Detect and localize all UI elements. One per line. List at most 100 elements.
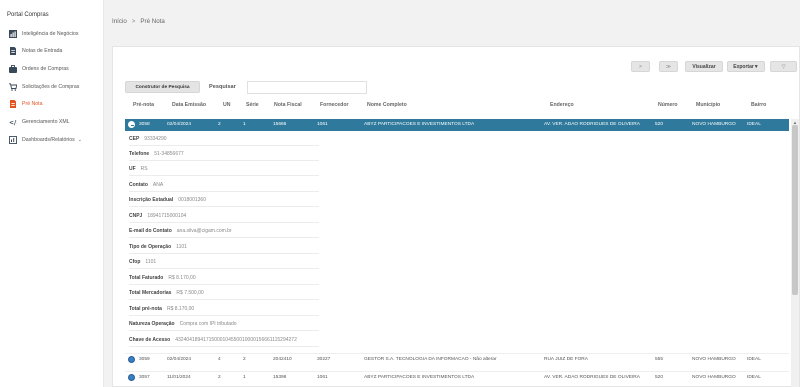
- table-row[interactable]: 3057 11/01/2024 2 1 15398 1061 ABYZ PART…: [125, 371, 789, 383]
- sidebar-item-ordens-compras[interactable]: Ordens de Compras: [9, 64, 69, 74]
- col-fornecedor[interactable]: Fornecedor: [320, 102, 349, 108]
- cell-prenota: 3059: [139, 357, 150, 362]
- visualizar-button[interactable]: Visualizar: [685, 61, 723, 72]
- scrollbar-thumb[interactable]: [792, 125, 798, 295]
- sidebar-item-pre-nota[interactable]: Pré Nota: [9, 99, 42, 109]
- sidebar-item-dashboards[interactable]: Dashboards/Relatórios ⌄: [9, 135, 82, 145]
- sidebar-item-label: Pré Nota: [22, 101, 43, 107]
- detail-cfop: Cfop 1101: [129, 255, 319, 269]
- sidebar-item-label: Ordens de Compras: [22, 66, 69, 72]
- xml-icon: </>: [9, 118, 17, 127]
- sidebar: Portal Compras Inteligência de Negócios …: [0, 0, 104, 387]
- col-data-emissao[interactable]: Data Emissão: [172, 102, 206, 108]
- cell-nome: GESTOR S.A. TECNOLOGIA DA INFORMACAO - N…: [364, 357, 497, 362]
- breadcrumb-separator: >: [131, 18, 136, 25]
- detail-total-faturado: Total Faturado R$ 8.170,00: [129, 271, 319, 285]
- breadcrumb-current: Pré Nota: [140, 18, 165, 25]
- col-numero[interactable]: Número: [658, 102, 678, 108]
- sidebar-item-inteligencia[interactable]: Inteligência de Negócios: [9, 29, 79, 39]
- col-bairro[interactable]: Bairro: [751, 102, 766, 108]
- table-row[interactable]: 3059 02/04/2024 4 2 2042410 30227 GESTOR…: [125, 353, 789, 365]
- detail-email: E-mail do Contato ana.silva@cigam.com.br: [129, 224, 319, 238]
- detail-chave-acesso: Chave de Acesso 4324041894171500010455001…: [129, 333, 319, 347]
- col-municipio[interactable]: Município: [696, 102, 720, 108]
- cell-un: 2: [218, 375, 221, 380]
- query-builder-button[interactable]: Construtor de Pesquisa: [125, 81, 200, 93]
- col-endereco[interactable]: Endereço: [550, 102, 574, 108]
- cell-data: 11/01/2024: [167, 375, 191, 380]
- cell-prenota: 3058: [139, 122, 150, 127]
- chevron-down-icon[interactable]: ⌄: [78, 137, 82, 143]
- sidebar-item-label: Notas de Entrada: [22, 48, 63, 54]
- cell-nf: 15398: [273, 375, 287, 380]
- search-label: Pesquisar: [209, 84, 236, 90]
- svg-text:</>: </>: [9, 120, 17, 127]
- cell-nf: 15666: [273, 122, 287, 127]
- col-un[interactable]: UN: [223, 102, 231, 108]
- detail-uf: UF RS: [129, 162, 319, 176]
- breadcrumb: Início > Pré Nota: [112, 18, 165, 25]
- table-header: Pré-nota Data Emissão UN Série Nota Fisc…: [113, 102, 789, 114]
- last-page-button[interactable]: ≫: [659, 61, 678, 72]
- cell-data: 02/04/2024: [167, 357, 192, 362]
- expand-row-icon[interactable]: [128, 356, 135, 363]
- table-row[interactable]: 3058 02/04/2024 2 1 15666 1061 ABYZ PART…: [125, 119, 789, 131]
- cell-municipio: NOVO HAMBURGO: [692, 122, 736, 127]
- dashboard-icon: [9, 136, 17, 144]
- cell-fornecedor: 1061: [317, 375, 328, 380]
- cell-numero: 555: [655, 357, 664, 362]
- grid-card: > ≫ Visualizar Exportar▼ ▽ Construtor de…: [112, 46, 800, 387]
- cell-nome: ABYZ PARTICIPACOES E INVESTIMENTOS LTDA: [364, 375, 475, 380]
- cell-endereco: AV. VER. ADAO RODRIGUES DE OLIVEIRA: [544, 122, 640, 127]
- cell-endereco: RUA JUIZ DE FORA: [544, 357, 588, 362]
- detail-telefone: Telefone 51-34856677: [129, 147, 319, 161]
- detail-cep: CEP 93334290: [129, 132, 319, 146]
- cell-data: 02/04/2024: [167, 122, 192, 127]
- cell-serie: 1: [243, 122, 246, 127]
- detail-natureza-operacao: Natureza Operação Compra com IPI tributad…: [129, 317, 319, 331]
- exportar-button[interactable]: Exportar▼: [727, 61, 765, 72]
- cell-nome: ABYZ PARTICIPACOES E INVESTIMENTOS LTDA: [364, 122, 475, 127]
- next-page-button[interactable]: >: [631, 61, 650, 72]
- sidebar-item-solicitacoes[interactable]: Solicitações de Compras: [9, 82, 79, 92]
- sidebar-item-notas-entrada[interactable]: Notas de Entrada: [9, 46, 62, 56]
- sidebar-item-label: Solicitações de Compras: [22, 84, 80, 90]
- chart-icon: [9, 30, 17, 38]
- cell-serie: 1: [243, 375, 246, 380]
- cell-bairro: IDEAL: [747, 375, 761, 380]
- col-nota-fiscal[interactable]: Nota Fiscal: [274, 102, 302, 108]
- col-prenota[interactable]: Pré-nota: [133, 102, 154, 108]
- sidebar-item-gerenciamento-xml[interactable]: </> Gerenciamento XML: [9, 117, 70, 127]
- cell-numero: 520: [655, 122, 664, 127]
- cell-municipio: NOVO HAMBURGO: [692, 357, 736, 362]
- cell-un: 2: [218, 122, 221, 127]
- cell-un: 4: [218, 357, 221, 362]
- detail-cnpj: CNPJ 18941715000104: [129, 209, 319, 223]
- cell-serie: 2: [243, 357, 246, 362]
- cell-municipio: NOVO HAMBURGO: [692, 375, 736, 380]
- main-area: Início > Pré Nota > ≫ Visualizar Exportar▼…: [104, 0, 800, 387]
- detail-inscricao-estadual: Inscrição Estadual 0018001360: [129, 193, 319, 207]
- detail-total-pre-nota: Total pré-nota R$ 8.170,00: [129, 302, 319, 316]
- sidebar-item-label: Gerenciamento XML: [22, 119, 70, 125]
- col-nome-completo[interactable]: Nome Completo: [367, 102, 407, 108]
- cell-endereco: AV. VER. ADAO RODRIGUES DE OLIVEIRA: [544, 375, 640, 380]
- col-serie[interactable]: Série: [246, 102, 259, 108]
- detail-total-mercadorias: Total Mercadorias R$ 7.500,00: [129, 286, 319, 300]
- search-input[interactable]: [247, 81, 367, 94]
- detail-tipo-operacao: Tipo de Operação 1101: [129, 240, 319, 254]
- collapse-row-icon[interactable]: [128, 121, 135, 128]
- invoice-icon: [9, 100, 17, 108]
- cell-fornecedor: 30227: [317, 357, 331, 362]
- sidebar-item-label: Inteligência de Negócios: [22, 31, 79, 37]
- cell-nf: 2042410: [273, 357, 292, 362]
- more-options-button[interactable]: ▽: [770, 61, 797, 72]
- cell-prenota: 3057: [139, 375, 150, 380]
- app-title: Portal Compras: [7, 12, 49, 18]
- sidebar-item-label: Dashboards/Relatórios: [22, 137, 75, 143]
- briefcase-icon: [9, 65, 17, 73]
- cart-icon: [9, 83, 17, 91]
- expand-row-icon[interactable]: [128, 374, 135, 381]
- cell-numero: 520: [655, 375, 664, 380]
- breadcrumb-home[interactable]: Início: [112, 18, 127, 25]
